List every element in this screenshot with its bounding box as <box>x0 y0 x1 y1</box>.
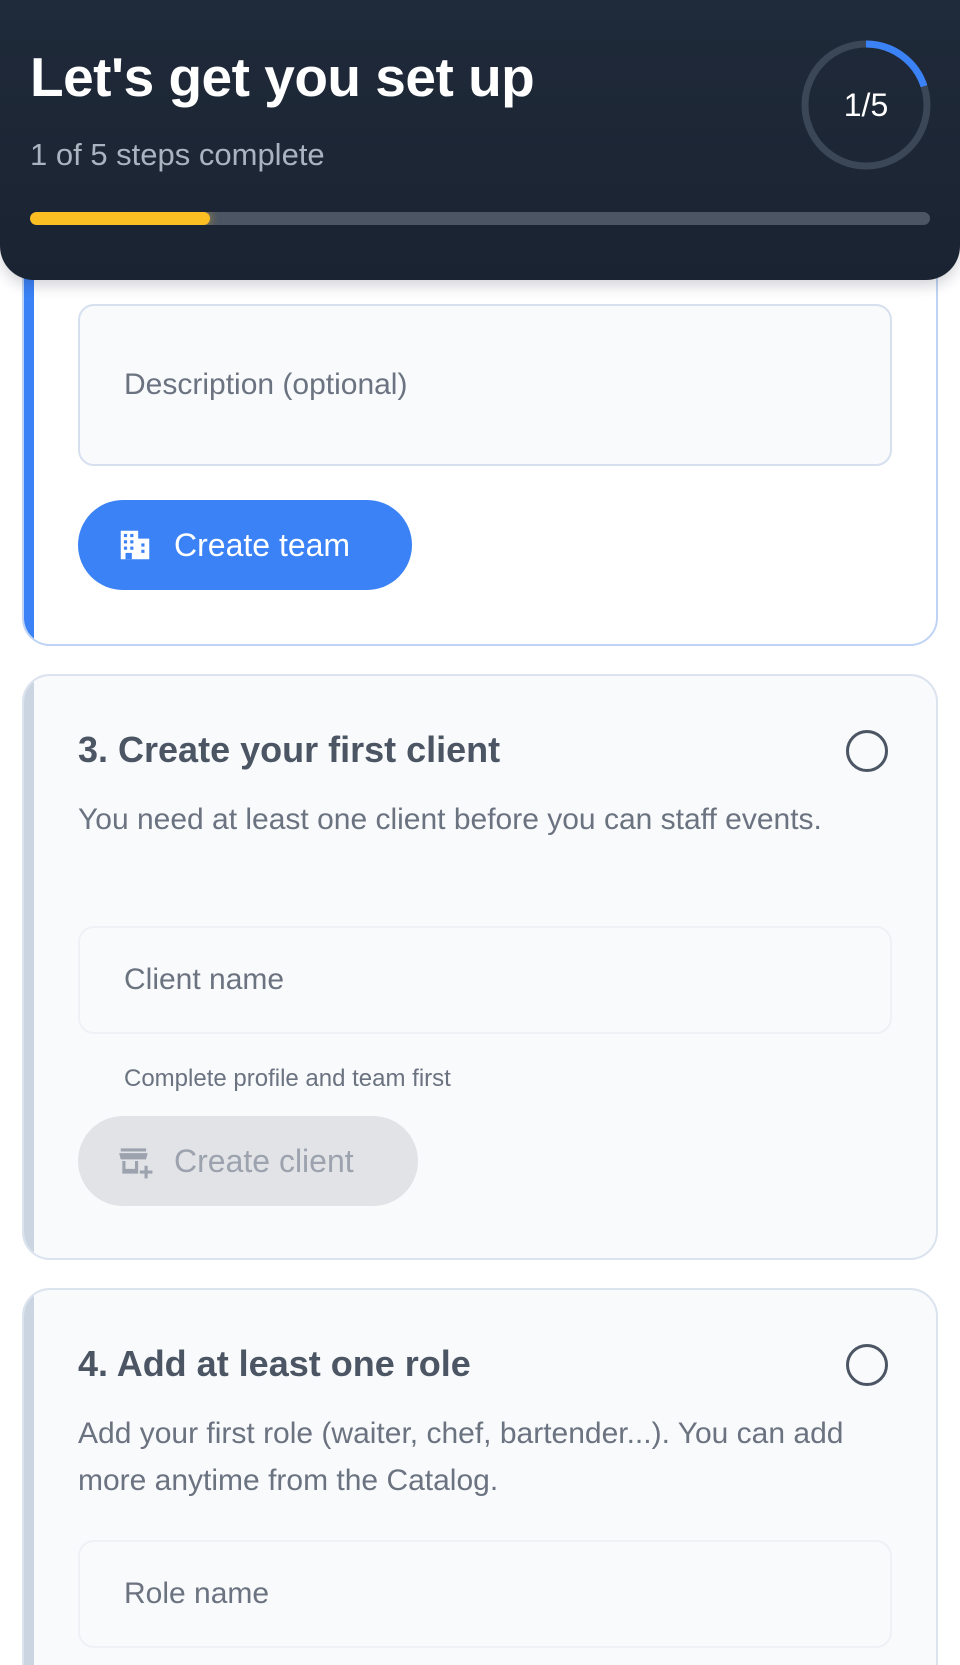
client-helper-text: Complete profile and team first <box>124 1065 451 1092</box>
role-step-status-circle <box>846 1344 888 1386</box>
create-client-button[interactable]: Create client <box>78 1116 418 1206</box>
team-description-field[interactable]: Description (optional) <box>78 304 892 466</box>
building-icon <box>120 530 150 560</box>
progress-bar-fill <box>30 212 210 225</box>
store-add-icon <box>119 1148 153 1179</box>
onboarding-page: Let's get you set up 1 of 5 steps comple… <box>0 0 960 1665</box>
create-team-label: Create team <box>174 526 351 563</box>
progress-ring: 1/5 <box>797 36 935 174</box>
role-name-input[interactable]: Role name <box>78 1540 892 1648</box>
page-title: Let's get you set up <box>30 46 535 108</box>
client-name-placeholder: Client name <box>124 963 285 996</box>
client-step-title: 3. Create your first client <box>78 729 501 770</box>
step-card-add-role: 4. Add at least one role Add your first … <box>22 1288 938 1665</box>
client-step-description: You need at least one client before you … <box>78 803 822 836</box>
create-team-button[interactable]: Create team <box>78 500 412 590</box>
role-name-placeholder: Role name <box>124 1577 270 1610</box>
steps-complete-text: 1 of 5 steps complete <box>30 137 325 172</box>
client-step-status-circle <box>846 730 888 772</box>
progress-ring-label: 1/5 <box>843 86 889 123</box>
client-name-input[interactable]: Client name <box>78 926 892 1034</box>
role-step-description: Add your first role (waiter, chef, barte… <box>78 1417 844 1497</box>
team-description-placeholder: Description (optional) <box>124 368 408 401</box>
setup-header: Let's get you set up 1 of 5 steps comple… <box>0 0 960 280</box>
step-card-create-client: 3. Create your first client You need at … <box>22 674 938 1260</box>
role-step-title: 4. Add at least one role <box>78 1343 471 1384</box>
create-client-label: Create client <box>174 1142 354 1179</box>
progress-bar <box>30 212 930 225</box>
